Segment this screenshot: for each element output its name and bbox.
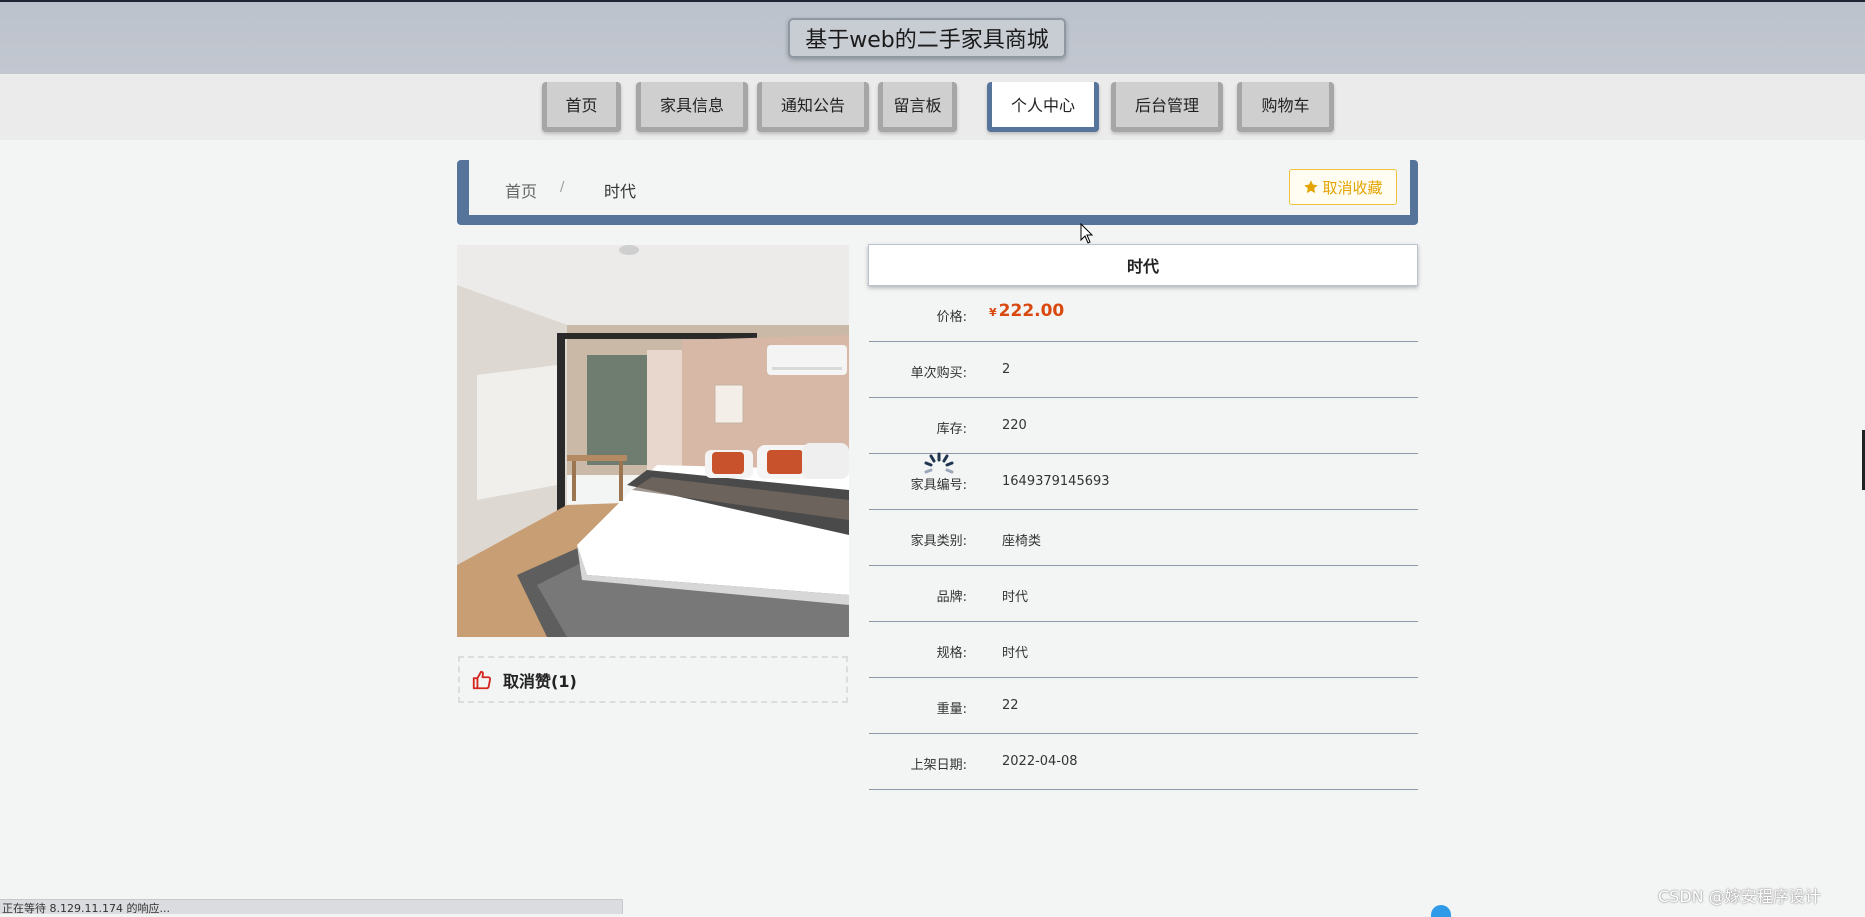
nav-item-cart[interactable]: 购物车	[1237, 82, 1334, 132]
detail-value: 时代	[1002, 646, 1029, 661]
price-value: ¥222.00	[989, 301, 1064, 321]
currency-symbol: ¥	[989, 306, 997, 319]
floating-indicator	[1431, 905, 1451, 917]
detail-label: 单次购买:	[910, 366, 967, 381]
loading-spinner-icon	[924, 452, 954, 474]
nav-item-notices[interactable]: 通知公告	[757, 82, 869, 132]
detail-row-purchase-limit: 单次购买: 2	[869, 342, 1418, 398]
unlike-button[interactable]: 取消赞(1)	[458, 656, 848, 703]
main-nav: 首页 家具信息 通知公告 留言板 个人中心 后台管理 购物车	[0, 74, 1865, 140]
detail-row-listing-date: 上架日期: 2022-04-08	[869, 734, 1418, 790]
star-icon	[1304, 180, 1319, 194]
breadcrumb: 首页 / 时代 取消收藏	[457, 160, 1418, 225]
price-label: 价格:	[936, 310, 967, 325]
detail-value: 座椅类	[1002, 534, 1042, 549]
detail-value: 220	[1002, 418, 1027, 433]
mouse-cursor-icon	[1080, 223, 1094, 244]
product-detail-list: 价格: ¥222.00 单次购买: 2 库存: 220 家具编号: 164937…	[869, 286, 1418, 790]
unlike-label: 取消赞(1)	[503, 671, 577, 691]
watermark: CSDN @嫁安程序设计	[1658, 887, 1821, 906]
detail-row-category: 家具类别: 座椅类	[869, 510, 1418, 566]
product-image	[457, 245, 849, 637]
browser-status-bar: 正在等待 8.129.11.174 的响应...	[0, 899, 623, 914]
detail-label: 规格:	[936, 646, 967, 661]
top-header: 基于web的二手家具商城	[0, 0, 1865, 74]
detail-row-price: 价格: ¥222.00	[869, 286, 1418, 342]
price-amount: 222.00	[998, 301, 1065, 321]
unfavorite-label: 取消收藏	[1322, 178, 1383, 197]
detail-value: 2022-04-08	[1002, 754, 1078, 769]
detail-row-spec: 规格: 时代	[869, 622, 1418, 678]
nav-item-home[interactable]: 首页	[542, 82, 621, 132]
detail-value: 时代	[1002, 590, 1029, 605]
detail-label: 品牌:	[936, 590, 967, 605]
nav-item-message-board[interactable]: 留言板	[878, 82, 957, 132]
nav-item-personal-center[interactable]: 个人中心	[987, 82, 1099, 132]
product-title: 时代	[868, 244, 1418, 286]
detail-value: 2	[1002, 362, 1011, 377]
nav-item-furniture-info[interactable]: 家具信息	[636, 82, 748, 132]
detail-label: 库存:	[936, 422, 967, 437]
detail-label: 家具类别:	[910, 534, 967, 549]
unfavorite-button[interactable]: 取消收藏	[1289, 169, 1397, 205]
detail-value: 1649379145693	[1002, 474, 1110, 489]
detail-value: 22	[1002, 698, 1019, 713]
breadcrumb-home-link[interactable]: 首页	[505, 178, 537, 202]
thumbs-up-icon	[472, 670, 492, 689]
detail-label: 上架日期:	[910, 758, 967, 773]
detail-row-weight: 重量: 22	[869, 678, 1418, 734]
detail-row-brand: 品牌: 时代	[869, 566, 1418, 622]
nav-item-admin[interactable]: 后台管理	[1111, 82, 1223, 132]
site-title: 基于web的二手家具商城	[788, 18, 1066, 58]
breadcrumb-current: 时代	[604, 182, 637, 201]
detail-label: 重量:	[936, 702, 967, 717]
detail-row-stock: 库存: 220	[869, 398, 1418, 454]
breadcrumb-separator: /	[560, 180, 565, 195]
